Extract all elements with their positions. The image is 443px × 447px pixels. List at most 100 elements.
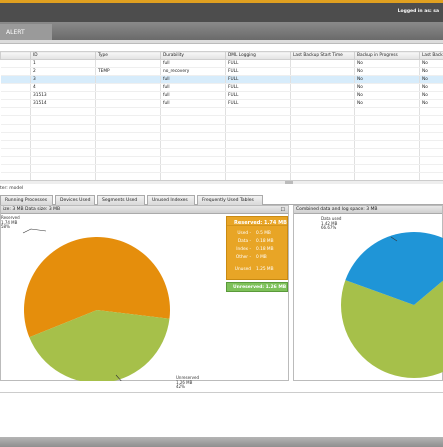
table-cell: full bbox=[160, 91, 226, 101]
table-cell bbox=[354, 132, 420, 141]
space-panel-title: ize: 3 MB Data size: 3 MB bbox=[1, 206, 288, 214]
column-header[interactable] bbox=[0, 51, 31, 60]
callout-line-reserved bbox=[22, 228, 47, 234]
tab-segments-used[interactable]: Segments Used bbox=[97, 195, 145, 205]
table-row[interactable] bbox=[0, 140, 443, 149]
table-row[interactable] bbox=[0, 115, 443, 125]
table-cell bbox=[419, 107, 443, 117]
column-header[interactable]: ID bbox=[30, 51, 96, 60]
combined-space-title: Combined data and log space: 3 MB bbox=[294, 206, 442, 214]
table-cell bbox=[30, 132, 96, 141]
table-cell bbox=[290, 140, 355, 149]
table-cell: FULL bbox=[225, 75, 291, 85]
table-cell bbox=[95, 132, 161, 141]
column-header[interactable]: Last Backup Start Time bbox=[290, 51, 355, 60]
table-cell bbox=[354, 115, 420, 125]
table-cell bbox=[30, 107, 96, 117]
horizontal-scrollbar[interactable] bbox=[0, 180, 443, 184]
table-cell bbox=[225, 115, 291, 125]
table-cell bbox=[0, 132, 31, 141]
table-cell bbox=[30, 124, 96, 133]
table-cell: No bbox=[354, 91, 420, 101]
table-row[interactable]: 4 full FULL No No bbox=[0, 83, 443, 93]
table-cell bbox=[419, 156, 443, 165]
table-cell: FULL bbox=[225, 59, 291, 69]
table-cell bbox=[225, 124, 291, 133]
table-cell bbox=[419, 164, 443, 173]
table-cell: FULL bbox=[225, 83, 291, 93]
close-icon[interactable]: ☐ bbox=[281, 207, 285, 213]
column-header[interactable]: Type bbox=[95, 51, 161, 60]
table-cell bbox=[354, 107, 420, 117]
scrollbar-handle[interactable] bbox=[285, 181, 293, 184]
table-row[interactable] bbox=[0, 132, 443, 141]
table-cell: 31514 bbox=[30, 99, 96, 109]
table-cell: full bbox=[160, 99, 226, 109]
table-cell bbox=[290, 115, 355, 125]
table-row[interactable]: 1 full FULL No No bbox=[0, 59, 443, 69]
table-cell: FULL bbox=[225, 67, 291, 77]
column-header[interactable]: Backup in Progress bbox=[354, 51, 420, 60]
table-cell bbox=[95, 107, 161, 117]
table-cell bbox=[290, 148, 355, 157]
table-cell bbox=[30, 140, 96, 149]
table-row[interactable]: 3 full FULL No No bbox=[0, 75, 443, 85]
table-cell bbox=[225, 140, 291, 149]
table-cell bbox=[290, 107, 355, 117]
table-cell bbox=[354, 164, 420, 173]
table-cell: full bbox=[160, 59, 226, 69]
table-cell: No bbox=[419, 75, 443, 85]
table-cell bbox=[95, 140, 161, 149]
table-cell bbox=[354, 156, 420, 165]
table-row[interactable]: 31514 full FULL No No bbox=[0, 99, 443, 109]
column-header[interactable]: Last Backup bbox=[419, 51, 443, 60]
table-row[interactable] bbox=[0, 164, 443, 173]
footer-bar bbox=[0, 437, 443, 447]
table-row[interactable] bbox=[0, 107, 443, 117]
table-cell bbox=[95, 156, 161, 165]
table-cell bbox=[225, 156, 291, 165]
table-cell: 1 bbox=[30, 59, 96, 69]
column-header[interactable]: DML Logging bbox=[225, 51, 291, 60]
table-cell bbox=[354, 148, 420, 157]
table-cell bbox=[160, 164, 226, 173]
table-cell bbox=[160, 124, 226, 133]
table-row[interactable]: 2 TEMP no_recovery FULL No No bbox=[0, 67, 443, 77]
table-row[interactable] bbox=[0, 156, 443, 165]
table-cell bbox=[354, 140, 420, 149]
table-cell: No bbox=[419, 91, 443, 101]
table-cell bbox=[160, 156, 226, 165]
table-row[interactable] bbox=[0, 124, 443, 133]
table-cell bbox=[0, 148, 31, 157]
column-header[interactable]: Durability bbox=[160, 51, 226, 60]
table-row[interactable]: 31513 full FULL No No bbox=[0, 91, 443, 101]
database-table: ID Type Durability DML Logging Last Backup S… bbox=[0, 51, 443, 182]
table-row[interactable] bbox=[0, 148, 443, 157]
tab-unused-indexes[interactable]: Unused Indexes bbox=[147, 195, 195, 205]
table-cell bbox=[95, 75, 161, 85]
tab-frequently-used-tables[interactable]: Frequently Used Tables bbox=[197, 195, 263, 205]
table-cell: No bbox=[354, 83, 420, 93]
table-cell: full bbox=[160, 75, 226, 85]
table-cell bbox=[225, 132, 291, 141]
table-cell bbox=[290, 91, 355, 101]
tab-devices-used[interactable]: Devices Used bbox=[55, 195, 95, 205]
table-cell bbox=[95, 124, 161, 133]
logged-in-user[interactable]: Logged in as: sa bbox=[398, 9, 439, 14]
table-cell: FULL bbox=[225, 99, 291, 109]
table-cell bbox=[160, 115, 226, 125]
tab-strip: ALERT bbox=[0, 22, 443, 40]
tab-alert[interactable]: ALERT bbox=[0, 24, 52, 40]
tab-running-processes[interactable]: Running Processes bbox=[0, 195, 53, 205]
table-cell bbox=[0, 124, 31, 133]
table-cell: No bbox=[419, 67, 443, 77]
reserved-callout: Reserved 1.74 MB 58% bbox=[1, 215, 20, 230]
table-cell bbox=[419, 124, 443, 133]
table-cell: No bbox=[354, 59, 420, 69]
table-cell bbox=[290, 156, 355, 165]
table-cell bbox=[0, 75, 31, 85]
table-cell bbox=[95, 91, 161, 101]
combined-pie-chart bbox=[341, 232, 443, 378]
table-cell: full bbox=[160, 83, 226, 93]
toolbar-strip bbox=[0, 40, 443, 44]
